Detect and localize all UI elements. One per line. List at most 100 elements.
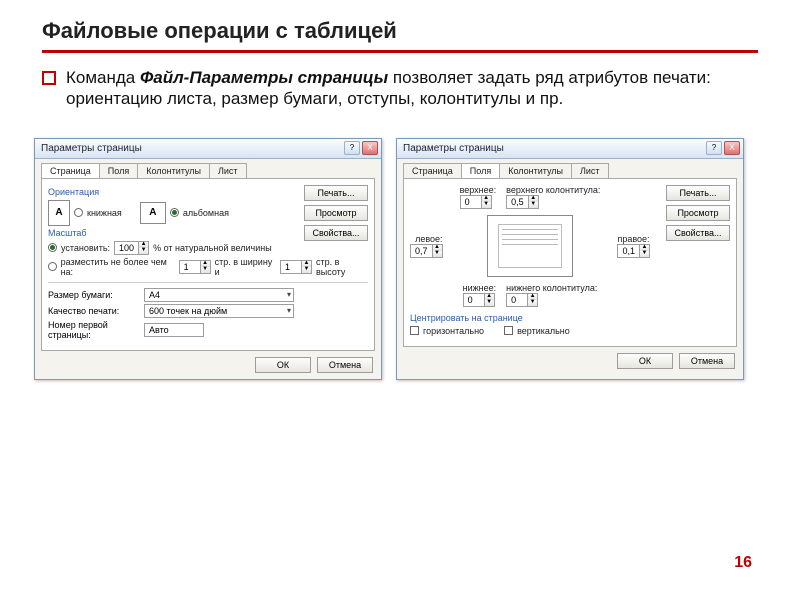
page-setup-dialog-page: Параметры страницы ? X Страница Поля Кол…: [34, 138, 382, 380]
scale-set-suffix: % от натуральной величины: [153, 243, 272, 253]
tab-headers[interactable]: Колонтитулы: [499, 163, 572, 178]
tab-page[interactable]: Страница: [41, 163, 100, 178]
center-vertical-checkbox[interactable]: [504, 326, 513, 335]
tabstrip: Страница Поля Колонтитулы Лист: [35, 159, 381, 178]
fit-height-spinner[interactable]: 1 ▲▼: [280, 260, 312, 274]
tab-headers[interactable]: Колонтитулы: [137, 163, 210, 178]
spin-down-icon[interactable]: ▼: [138, 248, 148, 254]
spin-down-icon[interactable]: ▼: [301, 267, 311, 273]
print-quality-value: 600 точек на дюйм: [149, 306, 227, 316]
preview-button[interactable]: Просмотр: [666, 205, 730, 221]
print-quality-select[interactable]: 600 точек на дюйм ▾: [144, 304, 294, 318]
titlebar[interactable]: Параметры страницы ? X: [397, 139, 743, 159]
portrait-label: книжная: [87, 208, 122, 218]
spin-down-icon[interactable]: ▼: [528, 202, 538, 208]
margin-header-label: верхнего колонтитула:: [506, 185, 600, 195]
help-button[interactable]: ?: [344, 141, 360, 155]
center-horizontal-label: горизонтально: [423, 326, 484, 336]
center-vertical-label: вертикально: [517, 326, 570, 336]
spin-down-icon[interactable]: ▼: [481, 202, 491, 208]
cancel-button[interactable]: Отмена: [317, 357, 373, 373]
page-setup-dialog-margins: Параметры страницы ? X Страница Поля Кол…: [396, 138, 744, 380]
scale-set-label: установить:: [61, 243, 110, 253]
landscape-label: альбомная: [183, 208, 229, 218]
margin-bottom-value: 0: [464, 295, 484, 305]
spin-down-icon[interactable]: ▼: [527, 300, 537, 306]
spin-down-icon[interactable]: ▼: [639, 251, 649, 257]
margin-top-label: верхнее:: [460, 185, 497, 195]
tab-sheet[interactable]: Лист: [571, 163, 609, 178]
ok-button[interactable]: ОК: [255, 357, 311, 373]
tab-page[interactable]: Страница: [403, 163, 462, 178]
tab-body-page: Печать... Просмотр Свойства... Ориентаци…: [41, 178, 375, 351]
paper-size-value: A4: [149, 290, 160, 300]
scale-set-radio[interactable]: [48, 243, 57, 252]
landscape-radio[interactable]: [170, 208, 179, 217]
margin-left-spinner[interactable]: 0,7 ▲▼: [410, 244, 443, 258]
margin-left-value: 0,7: [411, 246, 432, 256]
properties-button[interactable]: Свойства...: [666, 225, 730, 241]
paper-size-label: Размер бумаги:: [48, 290, 140, 300]
bullet-icon: [42, 71, 56, 85]
paper-size-select[interactable]: A4 ▾: [144, 288, 294, 302]
cancel-button[interactable]: Отмена: [679, 353, 735, 369]
scale-fit-radio[interactable]: [48, 262, 57, 271]
margin-header-value: 0,5: [507, 197, 528, 207]
margin-header-spinner[interactable]: 0,5 ▲▼: [506, 195, 539, 209]
margin-bottom-label: нижнее:: [463, 283, 497, 293]
fit-width-spinner[interactable]: 1 ▲▼: [179, 260, 211, 274]
body-emphasis: Файл-Параметры страницы: [140, 68, 388, 87]
properties-button[interactable]: Свойства...: [304, 225, 368, 241]
fit-suffix-label: стр. в высоту: [316, 257, 368, 277]
first-page-label: Номер первой страницы:: [48, 320, 140, 340]
print-button[interactable]: Печать...: [666, 185, 730, 201]
preview-button[interactable]: Просмотр: [304, 205, 368, 221]
margin-right-spinner[interactable]: 0,1 ▲▼: [617, 244, 650, 258]
portrait-radio[interactable]: [74, 208, 83, 217]
spin-down-icon[interactable]: ▼: [200, 267, 210, 273]
titlebar[interactable]: Параметры страницы ? X: [35, 139, 381, 159]
scale-fit-label: разместить не более чем на:: [61, 257, 175, 277]
slide-number: 16: [734, 554, 752, 572]
first-page-value: Авто: [149, 325, 169, 335]
scale-percent-value: 100: [115, 243, 138, 253]
fit-width-value: 1: [180, 262, 200, 272]
portrait-icon: A: [48, 200, 70, 226]
dialog-title: Параметры страницы: [41, 143, 142, 154]
close-button[interactable]: X: [724, 141, 740, 155]
fit-height-value: 1: [281, 262, 301, 272]
chevron-down-icon: ▾: [287, 290, 291, 299]
margin-footer-value: 0: [507, 295, 527, 305]
scale-percent-spinner[interactable]: 100 ▲▼: [114, 241, 149, 255]
spin-down-icon[interactable]: ▼: [432, 251, 442, 257]
print-button[interactable]: Печать...: [304, 185, 368, 201]
margin-right-value: 0,1: [618, 246, 639, 256]
tab-sheet[interactable]: Лист: [209, 163, 247, 178]
body-prefix: Команда: [66, 68, 140, 87]
margin-right-label: правое:: [617, 234, 650, 244]
body-paragraph: Команда Файл-Параметры страницы позволяе…: [66, 67, 758, 110]
help-button[interactable]: ?: [706, 141, 722, 155]
close-button[interactable]: X: [362, 141, 378, 155]
center-horizontal-checkbox[interactable]: [410, 326, 419, 335]
first-page-input[interactable]: Авто: [144, 323, 204, 337]
tab-fields[interactable]: Поля: [461, 163, 500, 178]
print-quality-label: Качество печати:: [48, 306, 140, 316]
ok-button[interactable]: ОК: [617, 353, 673, 369]
dialog-title: Параметры страницы: [403, 143, 504, 154]
chevron-down-icon: ▾: [287, 306, 291, 315]
center-on-page-label: Центрировать на странице: [410, 313, 730, 323]
margin-bottom-spinner[interactable]: 0 ▲▼: [463, 293, 495, 307]
margin-footer-label: нижнего колонтитула:: [506, 283, 597, 293]
margin-top-value: 0: [461, 197, 481, 207]
margin-left-label: левое:: [410, 234, 443, 244]
tab-body-margins: Печать... Просмотр Свойства... верхнее: …: [403, 178, 737, 347]
margin-top-spinner[interactable]: 0 ▲▼: [460, 195, 492, 209]
tab-fields[interactable]: Поля: [99, 163, 138, 178]
fit-mid-label: стр. в ширину и: [215, 257, 276, 277]
margin-footer-spinner[interactable]: 0 ▲▼: [506, 293, 538, 307]
tabstrip: Страница Поля Колонтитулы Лист: [397, 159, 743, 178]
spin-down-icon[interactable]: ▼: [484, 300, 494, 306]
slide-title: Файловые операции с таблицей: [42, 18, 758, 53]
margin-preview: [487, 215, 573, 277]
